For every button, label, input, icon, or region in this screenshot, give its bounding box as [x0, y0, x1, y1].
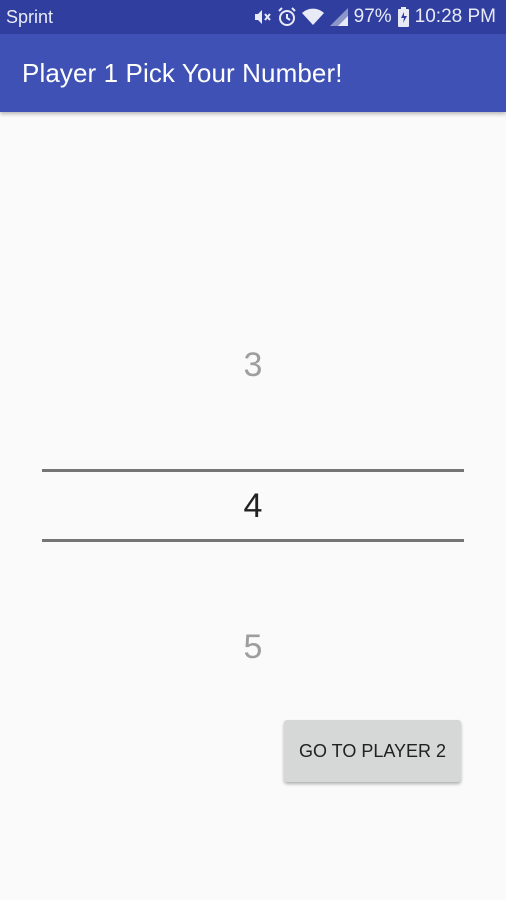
mute-icon: [252, 7, 272, 27]
clock: 10:28 PM: [414, 6, 496, 27]
alarm-icon: [277, 7, 296, 27]
picker-next-value[interactable]: 5: [0, 628, 506, 667]
battery-label: 97%: [353, 6, 392, 27]
wifi-icon: [301, 8, 324, 26]
picker-selected-value[interactable]: 4: [0, 487, 506, 526]
battery-charging-icon: [397, 7, 409, 27]
picker-divider-bottom: [42, 539, 464, 542]
status-icons: 97% 10:28 PM: [252, 6, 496, 28]
status-bar: Sprint 97% 10:28 PM: [0, 0, 506, 34]
app-bar: Player 1 Pick Your Number!: [0, 34, 506, 112]
picker-divider-top: [42, 469, 464, 472]
picker-previous-value[interactable]: 3: [0, 346, 506, 385]
go-to-player-2-button[interactable]: GO TO PLAYER 2: [284, 720, 461, 782]
page-title: Player 1 Pick Your Number!: [22, 57, 343, 88]
carrier-label: Sprint: [6, 6, 54, 27]
signal-icon: [329, 8, 348, 26]
